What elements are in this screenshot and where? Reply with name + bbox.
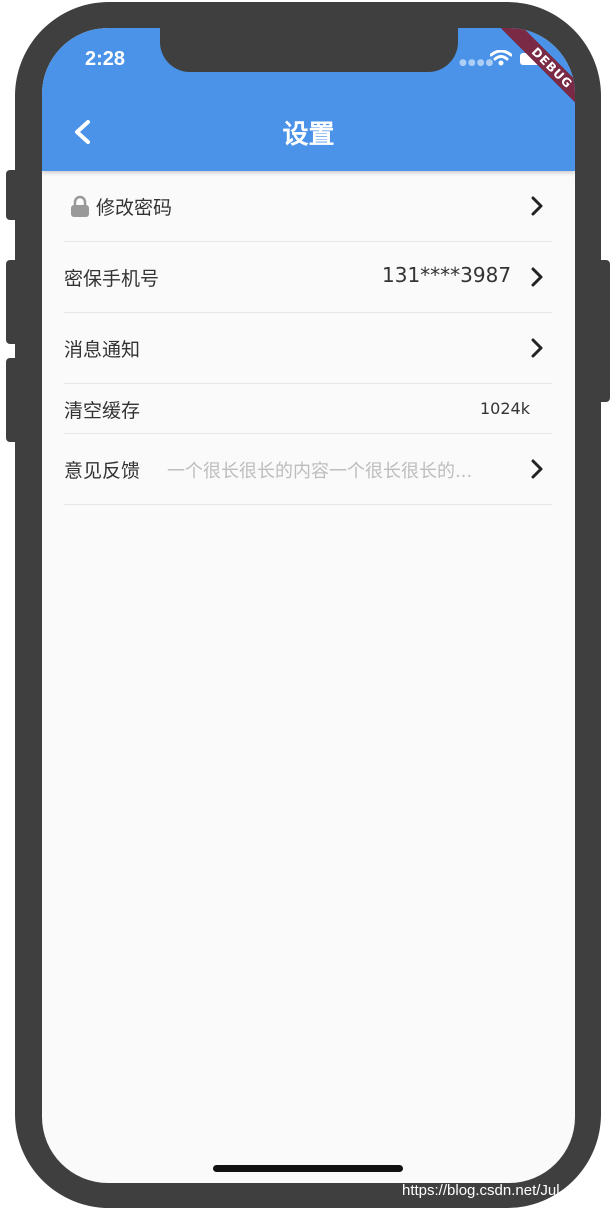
feedback-label: 意见反馈	[64, 460, 141, 482]
security-phone-value: 131****3987	[382, 263, 512, 287]
page-title: 设置	[282, 120, 335, 150]
lock-icon	[71, 195, 89, 217]
home-indicator	[213, 1165, 403, 1172]
app-bar: 2:28 ●●●● DEBUG 设置	[42, 28, 575, 171]
notifications-label: 消息通知	[64, 339, 141, 361]
screen: 2:28 ●●●● DEBUG 设置 修改密码 密保手机号 131****398…	[42, 28, 575, 1183]
security-phone-label: 密保手机号	[64, 268, 160, 290]
row-clear-cache[interactable]: 清空缓存 1024k	[64, 384, 552, 434]
chevron-right-icon	[531, 338, 543, 358]
settings-list: 修改密码 密保手机号 131****3987 消息通知 清空缓存 1024k 意…	[64, 171, 552, 505]
row-change-password[interactable]: 修改密码	[64, 171, 552, 242]
chevron-right-icon	[531, 267, 543, 287]
feedback-value: 一个很长很长的内容一个很长很长的...	[167, 461, 473, 482]
change-password-label: 修改密码	[96, 197, 173, 219]
watermark: https://blog.csdn.net/Jul	[402, 1182, 560, 1199]
clear-cache-value: 1024k	[480, 399, 530, 418]
status-time: 2:28	[85, 48, 126, 70]
row-security-phone[interactable]: 密保手机号 131****3987	[64, 242, 552, 313]
row-feedback[interactable]: 意见反馈 一个很长很长的内容一个很长很长的...	[64, 434, 552, 505]
clear-cache-label: 清空缓存	[64, 400, 141, 422]
debug-banner: DEBUG	[496, 28, 575, 124]
chevron-right-icon	[531, 459, 543, 479]
wifi-icon	[490, 50, 512, 66]
chevron-right-icon	[531, 196, 543, 216]
row-notifications[interactable]: 消息通知	[64, 313, 552, 384]
notch	[160, 28, 458, 72]
